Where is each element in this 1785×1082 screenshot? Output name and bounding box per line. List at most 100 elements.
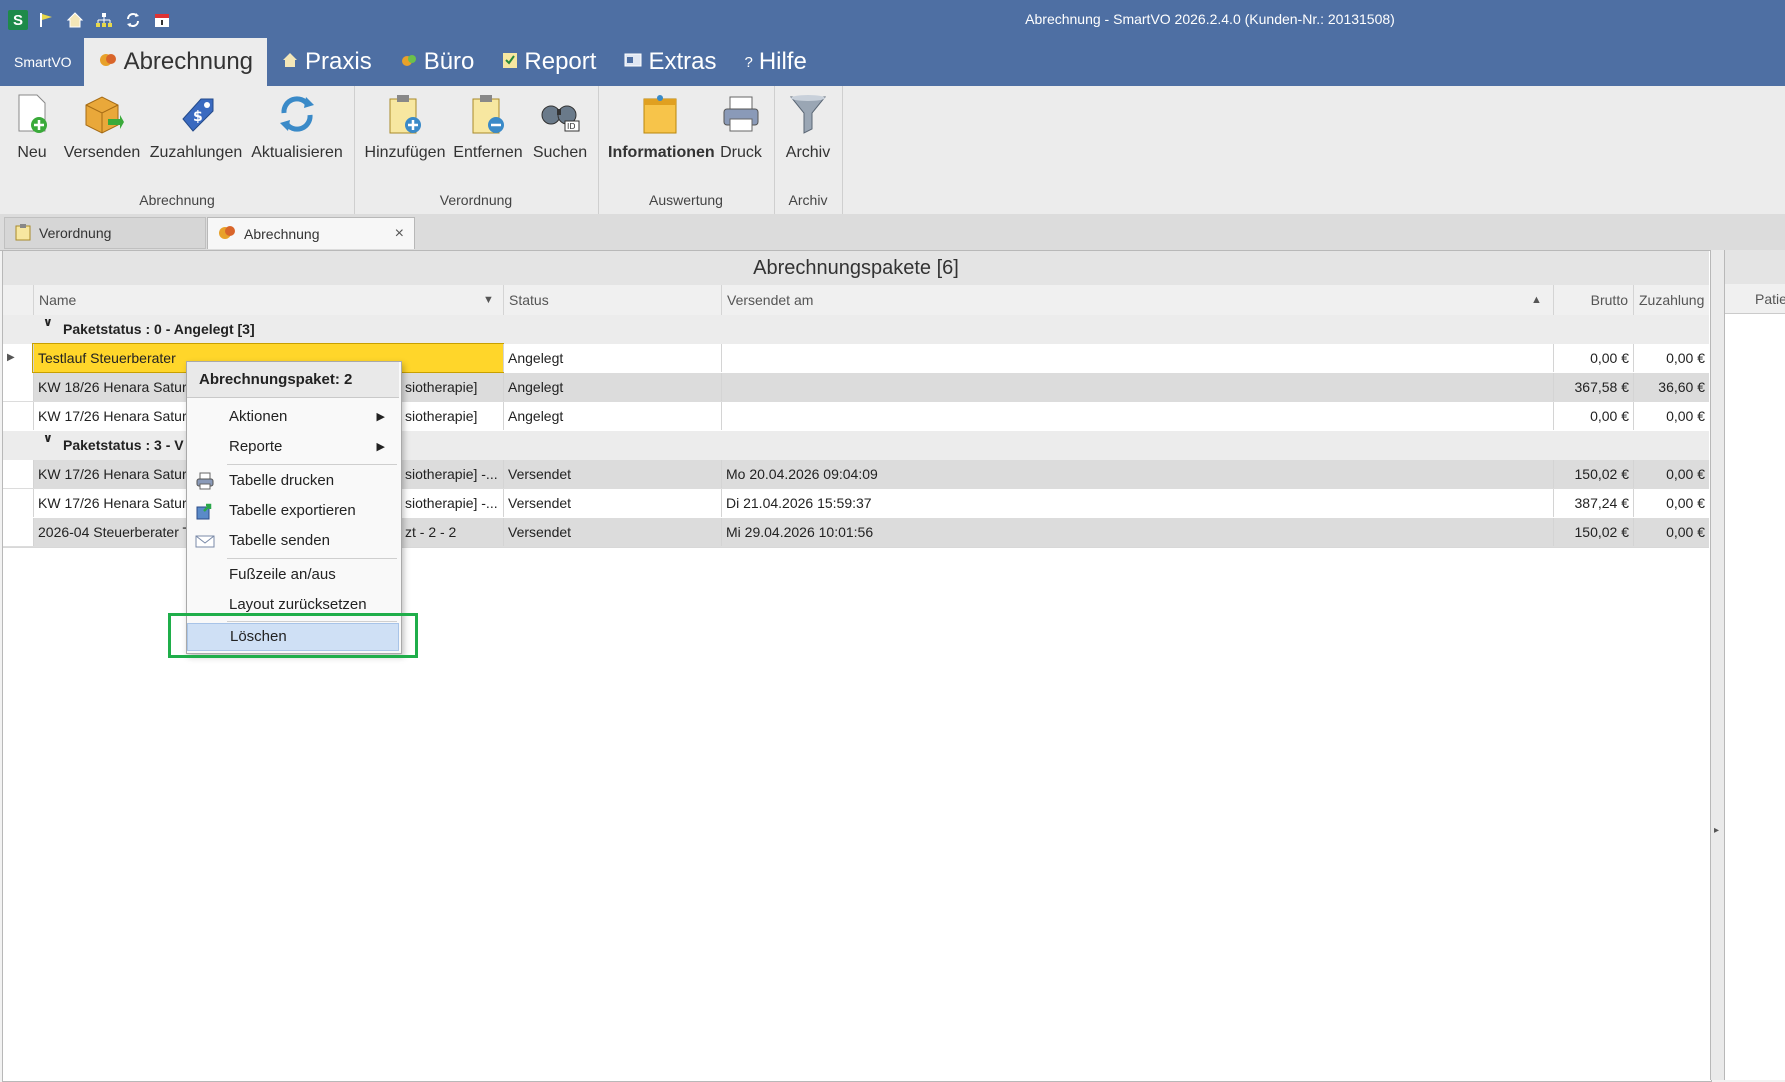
menu-item-label: Layout zurücksetzen: [229, 596, 367, 613]
cell-versendet-am[interactable]: Mi 29.04.2026 10:01:56: [721, 518, 1553, 546]
cell-status[interactable]: Versendet: [503, 518, 721, 546]
cell-name[interactable]: KW 18/26 Henara Saturi: [33, 373, 193, 401]
suchen-button[interactable]: ID Suchen: [532, 92, 588, 162]
menu-praxis[interactable]: Praxis: [267, 38, 386, 86]
neu-button[interactable]: Neu: [10, 92, 54, 162]
cell-zuzahlung[interactable]: 0,00 €: [1633, 518, 1709, 546]
column-header-name[interactable]: Name: [33, 285, 503, 315]
chevron-down-icon[interactable]: ∨: [43, 315, 53, 329]
column-header-brutto[interactable]: Brutto: [1553, 285, 1633, 315]
tab-abrechnung[interactable]: Abrechnung ×: [207, 217, 415, 249]
column-header-versendet-am[interactable]: Versendet am: [721, 285, 1553, 315]
cell-brutto[interactable]: 0,00 €: [1553, 344, 1633, 372]
cell-zuzahlung[interactable]: 0,00 €: [1633, 460, 1709, 488]
cell-status[interactable]: Angelegt: [503, 373, 721, 401]
cell-status[interactable]: Versendet: [503, 460, 721, 488]
menu-report[interactable]: Report: [488, 38, 610, 86]
menu-item-aktionen[interactable]: Aktionen ▶: [187, 402, 399, 432]
chevron-down-icon[interactable]: ∨: [43, 431, 53, 445]
menu-extras[interactable]: Extras: [610, 38, 730, 86]
secondary-grid: Patie: [1724, 250, 1785, 1080]
cell-zuzahlung[interactable]: 0,00 €: [1633, 344, 1709, 372]
close-tab-icon[interactable]: ×: [395, 225, 404, 243]
refresh-icon[interactable]: [122, 9, 144, 31]
hinzufuegen-button[interactable]: Hinzufügen: [364, 92, 446, 162]
druck-button[interactable]: Druck: [716, 92, 766, 162]
entfernen-button[interactable]: Entfernen: [452, 92, 524, 162]
menu-label: Report: [524, 48, 597, 75]
cell-brutto[interactable]: 150,02 €: [1553, 460, 1633, 488]
flag-icon[interactable]: [35, 9, 57, 31]
cell-versendet-am[interactable]: Di 21.04.2026 15:59:37: [721, 489, 1553, 517]
row-indicator: [3, 518, 33, 546]
cell-name[interactable]: KW 17/26 Henara Saturi: [33, 402, 193, 430]
network-icon[interactable]: [93, 9, 115, 31]
cell-brutto[interactable]: 0,00 €: [1553, 402, 1633, 430]
menu-item-tabelle-senden[interactable]: Tabelle senden: [187, 526, 399, 556]
title-bar: S Abrechnung - SmartVO 2026.2.4.0 (Kunde…: [0, 0, 1785, 86]
menu-app[interactable]: SmartVO: [0, 38, 84, 86]
ribbon-group-label: Verordnung: [439, 192, 513, 208]
clipboard-add-icon: [382, 92, 428, 136]
ribbon-group-label: Auswertung: [649, 192, 723, 208]
cell-versendet-am[interactable]: Mo 20.04.2026 09:04:09: [721, 460, 1553, 488]
column-header-patient[interactable]: Patie: [1725, 284, 1785, 314]
cell-name-tail[interactable]: siotherapie]: [401, 373, 503, 401]
cell-name[interactable]: KW 17/26 Henara Saturi: [33, 460, 193, 488]
cell-versendet-am[interactable]: [721, 344, 1553, 372]
menu-item-tabelle-drucken[interactable]: Tabelle drucken: [187, 466, 399, 496]
calendar-icon[interactable]: [151, 9, 173, 31]
indicator-header: [3, 285, 33, 315]
home-icon[interactable]: [64, 9, 86, 31]
menu-abrechnung[interactable]: Abrechnung: [83, 38, 268, 86]
cell-versendet-am[interactable]: [721, 373, 1553, 401]
cell-status[interactable]: Versendet: [503, 489, 721, 517]
zuzahlungen-button[interactable]: $ Zuzahlungen: [148, 92, 244, 162]
clipboard-remove-icon: [465, 92, 511, 136]
suchen-label: Suchen: [532, 144, 588, 161]
expand-arrow-icon[interactable]: ▸: [1714, 825, 1719, 836]
side-panel-splitter[interactable]: ▸: [1710, 250, 1725, 1080]
cell-versendet-am[interactable]: [721, 402, 1553, 430]
cell-name[interactable]: 2026-04 Steuerberater T: [33, 518, 193, 546]
menu-item-label: Aktionen: [229, 408, 288, 425]
group-row[interactable]: ∨ Paketstatus : 0 - Angelegt [3]: [3, 315, 1709, 345]
column-header-zuzahlung[interactable]: Zuzahlung: [1633, 285, 1709, 315]
versenden-button[interactable]: Versenden: [62, 92, 142, 162]
cell-name-tail[interactable]: siotherapie] -...: [401, 489, 503, 517]
cell-name[interactable]: KW 17/26 Henara Saturi: [33, 489, 193, 517]
aktualisieren-button[interactable]: Aktualisieren: [248, 92, 346, 162]
menu-item-reporte[interactable]: Reporte ▶: [187, 432, 399, 462]
ribbon-group-label: Archiv: [788, 192, 828, 208]
archiv-button[interactable]: Archiv: [782, 92, 834, 162]
cell-name-tail[interactable]: siotherapie]: [401, 402, 503, 430]
binoculars-icon: ID: [537, 92, 583, 136]
zuzahlungen-label: Zuzahlungen: [149, 144, 243, 161]
cell-status[interactable]: Angelegt: [503, 402, 721, 430]
cell-brutto[interactable]: 367,58 €: [1553, 373, 1633, 401]
cell-brutto[interactable]: 150,02 €: [1553, 518, 1633, 546]
cell-zuzahlung[interactable]: 0,00 €: [1633, 402, 1709, 430]
group-label: Paketstatus : 0 - Angelegt [3]: [63, 321, 255, 337]
export-icon: [195, 501, 215, 521]
versenden-label: Versenden: [63, 144, 141, 161]
app-s-icon[interactable]: S: [8, 10, 28, 30]
cell-name-tail[interactable]: zt - 2 - 2: [401, 518, 503, 546]
cell-zuzahlung[interactable]: 36,60 €: [1633, 373, 1709, 401]
tab-verordnung[interactable]: Verordnung: [4, 217, 206, 249]
cell-zuzahlung[interactable]: 0,00 €: [1633, 489, 1709, 517]
cell-status[interactable]: Angelegt: [503, 344, 721, 372]
menu-item-tabelle-exportieren[interactable]: Tabelle exportieren: [187, 496, 399, 526]
informationen-button[interactable]: Informationen: [608, 92, 715, 162]
sort-ascending-icon[interactable]: ▲: [1531, 285, 1542, 315]
cell-name-tail[interactable]: siotherapie] -...: [401, 460, 503, 488]
menu-item-fusszeile[interactable]: Fußzeile an/aus: [187, 560, 399, 590]
menu-hilfe[interactable]: ? Hilfe: [730, 38, 820, 86]
money-tag-icon: $: [173, 92, 219, 136]
column-header-status[interactable]: Status: [503, 285, 721, 315]
filter-dropdown-icon[interactable]: ▼: [483, 285, 494, 315]
office-icon: [400, 51, 418, 74]
cell-brutto[interactable]: 387,24 €: [1553, 489, 1633, 517]
menu-item-label: Fußzeile an/aus: [229, 566, 336, 583]
menu-buero[interactable]: Büro: [386, 38, 489, 86]
